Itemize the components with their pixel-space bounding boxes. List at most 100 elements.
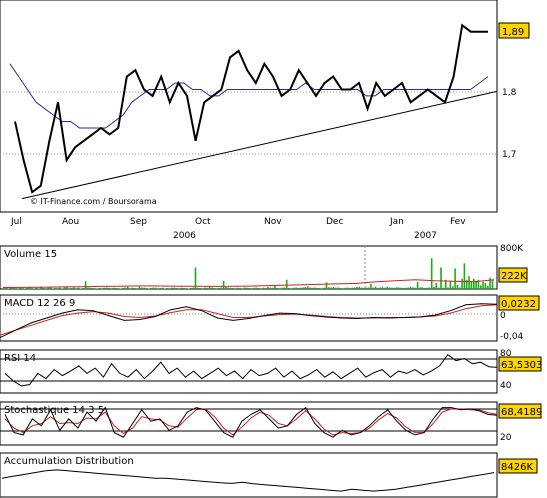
volume-bar: [370, 283, 372, 289]
ad-last-value: 8426K: [501, 462, 533, 473]
volume-panel-frame: [0, 245, 498, 290]
volume-bar: [337, 287, 339, 289]
volume-bar: [285, 279, 288, 289]
volume-bar: [183, 288, 185, 289]
volume-bar: [241, 288, 244, 289]
volume-bar: [234, 288, 237, 289]
volume-bar: [239, 288, 241, 289]
volume-bar: [351, 287, 353, 289]
volume-bar: [491, 279, 494, 289]
volume-bar: [250, 288, 253, 289]
last-value-label: 1,89: [502, 27, 524, 38]
volume-bar: [61, 288, 64, 289]
volume-bar: [358, 286, 360, 289]
volume-bar: [204, 287, 206, 289]
volume-bar: [423, 288, 426, 289]
volume-bar: [24, 288, 26, 289]
volume-bar: [26, 288, 28, 289]
volume-bar: [19, 287, 21, 289]
volume-bar: [433, 286, 435, 289]
volume-bar: [155, 287, 157, 289]
volume-bar: [47, 287, 49, 289]
volume-bar: [59, 287, 61, 289]
volume-bar: [372, 287, 374, 289]
stochastic-last-value: 68,4189: [501, 407, 542, 418]
volume-bar: [232, 288, 234, 289]
volume-bar: [108, 288, 110, 289]
volume-bar: [330, 287, 332, 289]
month-oct: Oct: [195, 217, 211, 227]
volume-bar: [63, 287, 66, 289]
volume-bar: [316, 288, 318, 289]
volume-bar: [194, 267, 197, 289]
volume-bar: [112, 287, 115, 289]
volume-bar: [77, 287, 80, 289]
volume-bar: [126, 286, 129, 289]
volume-bar: [339, 288, 342, 289]
volume-bar: [304, 286, 307, 289]
volume-bar: [138, 286, 141, 289]
volume-bar: [391, 287, 393, 289]
stochastic-tick-20: 20: [500, 433, 512, 443]
volume-bar: [14, 288, 17, 289]
month-jul: Jul: [10, 217, 22, 227]
volume-bar: [325, 282, 328, 289]
volume-bar: [248, 288, 251, 289]
volume-bar: [178, 288, 180, 289]
volume-bar: [349, 288, 351, 289]
volume-bar: [318, 288, 321, 289]
volume-bar: [222, 280, 225, 289]
volume-bar: [456, 284, 459, 289]
volume-bar: [363, 288, 365, 289]
volume-bar: [227, 287, 230, 289]
volume-bar: [218, 288, 220, 289]
volume-bar: [489, 277, 491, 289]
macd-tick-0: 0: [500, 311, 506, 321]
volume-bar: [414, 287, 417, 289]
volume-bar: [129, 288, 131, 289]
volume-bar: [309, 287, 311, 289]
volume-bar: [35, 288, 38, 289]
volume-panel: Volume 15 800K 222K: [0, 244, 528, 290]
volume-bar: [140, 287, 143, 289]
volume-bar: [447, 287, 449, 289]
ad-panel: Accumulation Distribution 8426K: [0, 452, 538, 498]
volume-bar: [157, 288, 159, 289]
volume-bar: [201, 288, 204, 289]
volume-bar: [421, 287, 424, 289]
volume-bar: [148, 288, 150, 289]
volume-bar: [7, 288, 10, 289]
volume-bar: [470, 281, 473, 289]
volume-bar: [274, 285, 276, 289]
volume-bar: [278, 288, 281, 289]
rsi-panel: RSI 14 80 63,5303 40: [0, 349, 542, 394]
volume-bar: [281, 287, 283, 289]
volume-bar: [346, 287, 349, 289]
volume-bar: [262, 287, 265, 289]
volume-bar: [487, 285, 489, 289]
volume-bar: [45, 288, 47, 289]
volume-bar: [133, 288, 136, 289]
volume-tick-800k: 800K: [500, 244, 524, 254]
volume-bar: [33, 288, 35, 289]
volume-bar: [257, 288, 260, 289]
volume-bar: [105, 287, 108, 289]
volume-bar: [264, 288, 267, 289]
volume-bar: [379, 287, 381, 289]
volume-bar: [430, 258, 433, 290]
volume-bar: [164, 288, 166, 289]
volume-last-value: 222K: [501, 271, 527, 282]
y-tick-1-8: 1,8: [502, 88, 517, 98]
macd-tick-neg: -0,04: [500, 332, 524, 342]
volume-bar: [377, 288, 379, 289]
volume-bar: [412, 287, 414, 289]
volume-bar: [398, 287, 400, 289]
volume-bar: [122, 288, 124, 289]
volume-bar: [295, 287, 297, 289]
volume-bar: [367, 287, 370, 289]
volume-bar: [269, 287, 272, 289]
volume-bar: [70, 288, 73, 289]
volume-bar: [440, 267, 442, 289]
volume-bar: [400, 287, 403, 289]
volume-bar: [381, 287, 384, 289]
